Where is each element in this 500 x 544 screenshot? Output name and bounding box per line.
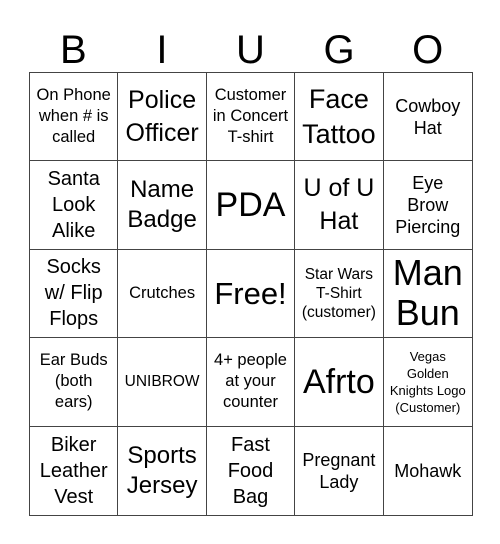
bingo-cell[interactable]: PDA <box>206 161 296 250</box>
bingo-cell[interactable]: Pregnant Lady <box>295 426 384 515</box>
bingo-cell[interactable]: Crutches <box>118 249 207 339</box>
bingo-cell[interactable]: Santa Look Alike <box>30 161 119 250</box>
bingo-cell[interactable]: Afrto <box>295 338 384 427</box>
bingo-cell[interactable]: On Phone when # is called <box>30 73 119 162</box>
header-letter-g: G <box>323 28 355 72</box>
bingo-cell[interactable]: 4+ people at your counter <box>206 338 296 427</box>
bingo-cell[interactable]: Fast Food Bag <box>207 426 296 515</box>
bingo-cell[interactable]: Ear Buds (both ears) <box>30 338 119 427</box>
bingo-cell[interactable]: Eye Brow Piercing <box>383 161 472 250</box>
bingo-grid: On Phone when # is called Police Officer… <box>29 72 473 516</box>
header-letter-u: U <box>236 28 265 72</box>
header-letter-i: I <box>156 28 168 72</box>
bingo-header: B I U G O <box>29 28 472 72</box>
header-letter-o: O <box>412 28 444 72</box>
bingo-cell[interactable]: Customer in Concert T-shirt <box>206 73 296 162</box>
free-space-cell[interactable]: Free! <box>206 249 296 339</box>
bingo-cell[interactable]: Vegas Golden Knights Logo (Customer) <box>383 338 472 427</box>
bingo-cell[interactable]: Socks w/ Flip Flops <box>30 249 119 339</box>
bingo-cell[interactable]: Biker Leather Vest <box>30 426 119 515</box>
bingo-cell[interactable]: Mohawk <box>384 427 472 515</box>
bingo-cell[interactable]: Sports Jersey <box>118 426 207 515</box>
header-letter-b: B <box>59 28 87 72</box>
bingo-cell[interactable]: Star Wars T-Shirt (customer) <box>295 249 384 339</box>
bingo-cell[interactable]: Face Tattoo <box>295 73 384 162</box>
bingo-cell[interactable]: U of U Hat <box>295 161 384 250</box>
bingo-cell[interactable]: Man Bun <box>383 250 472 339</box>
bingo-cell[interactable]: Police Officer <box>118 73 207 162</box>
bingo-cell[interactable]: Cowboy Hat <box>383 73 472 162</box>
bingo-cell[interactable]: Name Badge <box>118 161 207 250</box>
bingo-cell[interactable]: UNIBROW <box>118 338 207 427</box>
